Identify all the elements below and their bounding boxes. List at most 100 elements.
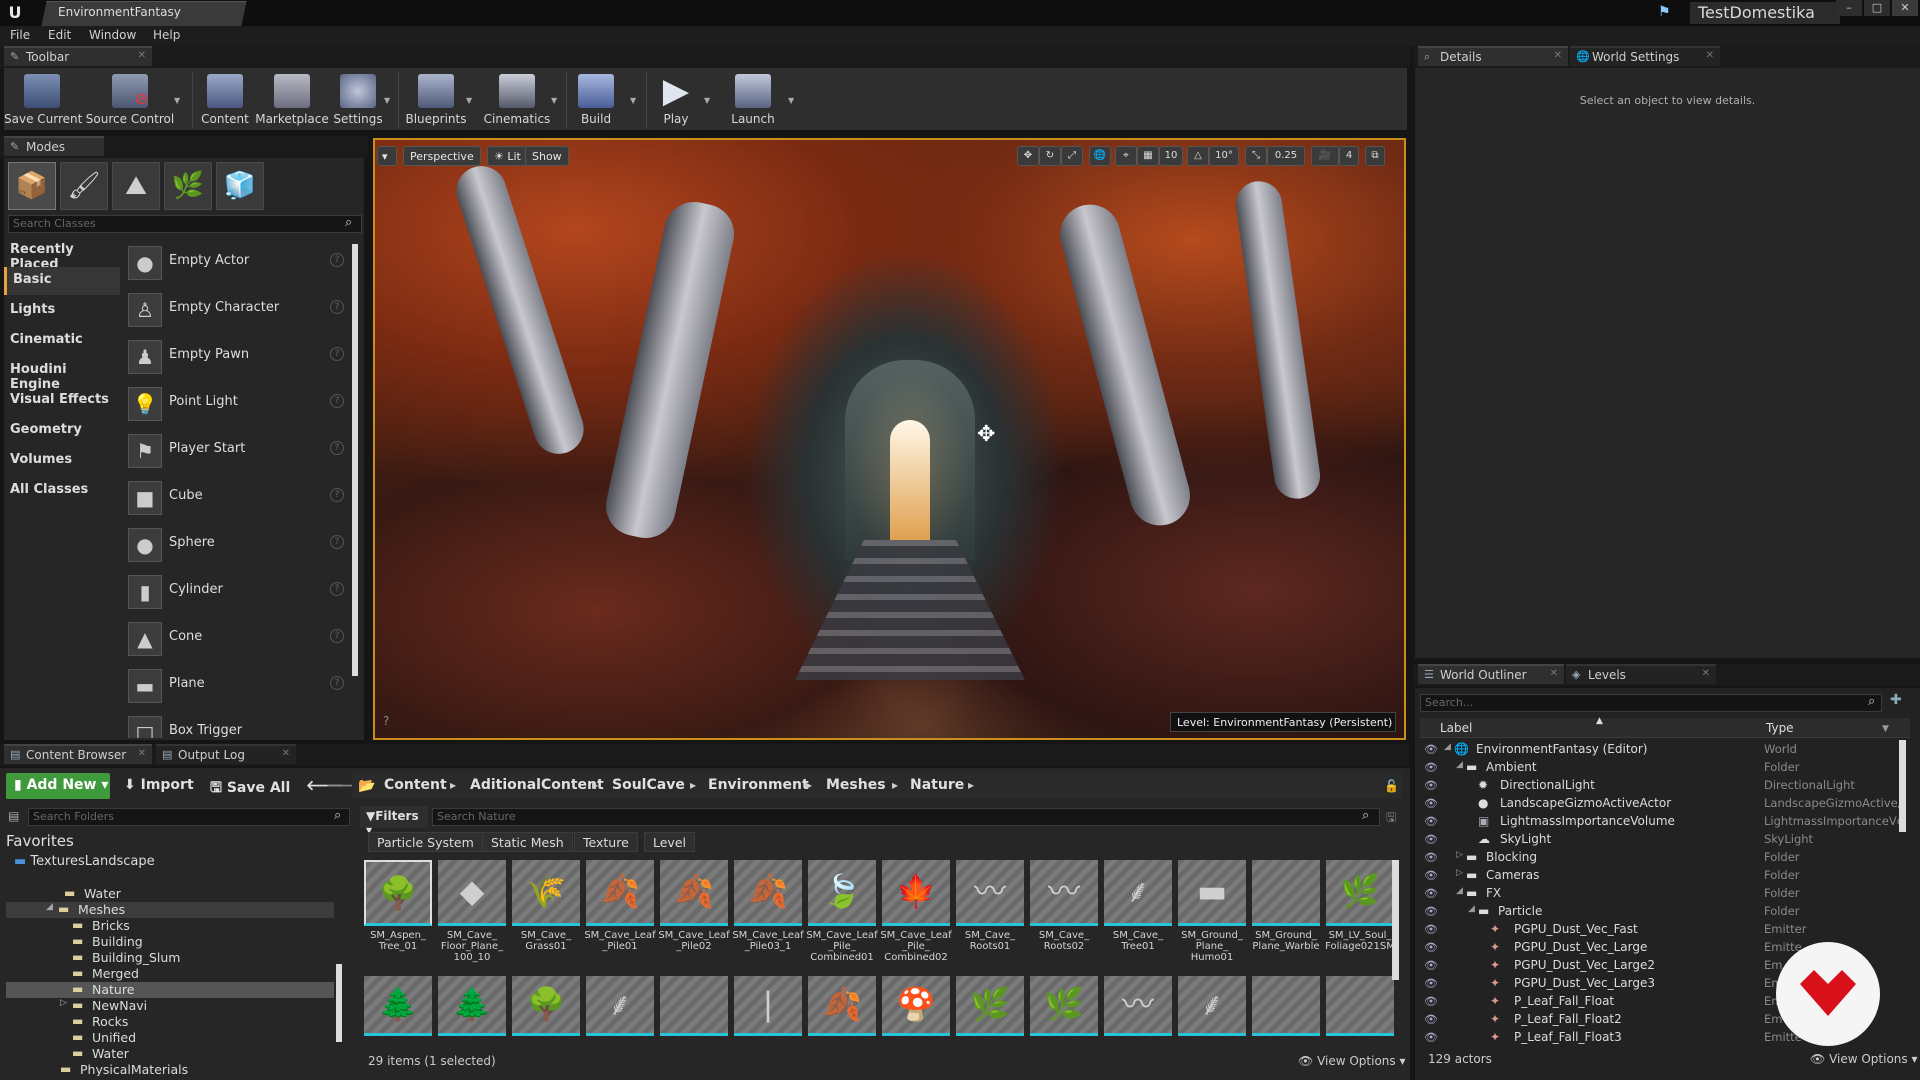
- eye-icon[interactable]: 👁: [1424, 905, 1438, 918]
- collapse-arrow-icon[interactable]: ◢: [1468, 904, 1475, 914]
- asset-tile[interactable]: ⸙: [586, 976, 654, 1042]
- close-icon[interactable]: ✕: [138, 748, 146, 759]
- eye-icon[interactable]: 👁: [1424, 815, 1438, 828]
- category-houdini-engine[interactable]: Houdini Engine: [4, 357, 120, 392]
- lock-icon[interactable]: 🔓: [1384, 779, 1399, 793]
- breadcrumb-separator-icon[interactable]: ▸: [450, 778, 456, 792]
- asset-tile[interactable]: [660, 976, 728, 1042]
- eye-icon[interactable]: 👁: [1424, 833, 1438, 846]
- search-folders-input[interactable]: Search Folders: [28, 808, 350, 826]
- asset-tile[interactable]: 🍂: [808, 976, 876, 1042]
- help-icon[interactable]: ?: [330, 253, 344, 267]
- category-basic[interactable]: Basic: [4, 267, 120, 295]
- collapse-arrow-icon[interactable]: ◢: [46, 902, 53, 912]
- viewport-options-dropdown[interactable]: ▾: [377, 146, 397, 166]
- breadcrumb-separator-icon[interactable]: ▸: [806, 778, 812, 792]
- class-item-sphere[interactable]: ● Sphere?: [124, 522, 352, 566]
- close-window-button[interactable]: ✕: [1892, 0, 1918, 16]
- camera-speed-icon[interactable]: 🎥: [1311, 146, 1339, 166]
- breadcrumb-aditionalcontent[interactable]: AditionalContent: [470, 777, 604, 793]
- breadcrumb-soulcave[interactable]: SoulCave: [612, 777, 685, 793]
- asset-tile[interactable]: 🌿: [1030, 976, 1098, 1042]
- expand-arrow-icon[interactable]: ▷: [60, 998, 67, 1008]
- outliner-row[interactable]: 👁 ▷ ▬ Cameras Folder: [1420, 867, 1900, 885]
- outliner-row[interactable]: 👁 ✦ PGPU_Dust_Vec_Fast Emitter: [1420, 921, 1900, 939]
- sources-panel-icon[interactable]: ▤: [8, 809, 19, 823]
- asset-tile[interactable]: 🌳: [512, 976, 580, 1042]
- category-geometry[interactable]: Geometry: [4, 417, 120, 445]
- build-dropdown-icon[interactable]: ▼: [630, 96, 636, 105]
- asset-tile[interactable]: 🍂 SM_Cave_Leaf _Pile01: [584, 860, 656, 970]
- close-icon[interactable]: ✕: [1706, 50, 1714, 61]
- asset-tile[interactable]: 🌿: [956, 976, 1024, 1042]
- class-item-point-light[interactable]: 💡 Point Light?: [124, 381, 352, 425]
- surface-snap-icon[interactable]: ⌖: [1115, 146, 1137, 166]
- breadcrumb-nature[interactable]: Nature: [910, 777, 964, 793]
- search-icon[interactable]: ⌕: [345, 215, 352, 230]
- play-dropdown-icon[interactable]: ▼: [704, 96, 710, 105]
- filter-texture[interactable]: Texture: [574, 832, 638, 852]
- place-mode-icon[interactable]: 📦: [8, 162, 56, 210]
- close-icon[interactable]: ✕: [282, 748, 290, 759]
- category-volumes[interactable]: Volumes: [4, 447, 120, 475]
- asset-tile[interactable]: [1326, 976, 1394, 1042]
- tab-content-browser[interactable]: ▤ Content Browser ✕: [4, 744, 152, 764]
- filter-static-mesh[interactable]: Static Mesh: [482, 832, 573, 852]
- menu-help[interactable]: Help: [153, 28, 180, 42]
- help-icon[interactable]: ?: [330, 441, 344, 455]
- expand-arrow-icon[interactable]: ▷: [1456, 868, 1463, 878]
- class-item-empty-actor[interactable]: ● Empty Actor?: [124, 240, 352, 284]
- help-icon[interactable]: ?: [330, 629, 344, 643]
- favorite-item[interactable]: ▬ TexturesLandscape: [14, 854, 155, 869]
- source-control-button[interactable]: ⊘ Source Control: [84, 70, 176, 130]
- class-item-cone[interactable]: ▲ Cone?: [124, 616, 352, 660]
- folder-item[interactable]: ▬ Merged: [6, 966, 334, 982]
- breadcrumb-separator-icon[interactable]: ▸: [892, 778, 898, 792]
- category-all-classes[interactable]: All Classes: [4, 477, 120, 505]
- help-icon[interactable]: ?: [330, 676, 344, 690]
- add-folder-icon[interactable]: ✚: [1890, 692, 1902, 708]
- eye-icon[interactable]: 👁: [1424, 779, 1438, 792]
- filters-button[interactable]: ▼Filters ▾: [360, 806, 428, 837]
- eye-icon[interactable]: 👁: [1424, 959, 1438, 972]
- source-control-dropdown-icon[interactable]: ▼: [174, 96, 180, 105]
- close-icon[interactable]: ✕: [1702, 668, 1710, 679]
- class-item-box-trigger[interactable]: □ Box Trigger: [124, 710, 352, 738]
- help-icon[interactable]: ?: [330, 394, 344, 408]
- eye-icon[interactable]: 👁: [1424, 761, 1438, 774]
- breadcrumb-environment[interactable]: Environment: [708, 777, 809, 793]
- rotate-icon[interactable]: ↻: [1039, 146, 1061, 166]
- eye-icon[interactable]: 👁: [1424, 797, 1438, 810]
- save-search-icon[interactable]: 🖫: [1386, 808, 1396, 829]
- eye-icon[interactable]: 👁: [1424, 1013, 1438, 1026]
- eye-icon[interactable]: 👁: [1424, 1031, 1438, 1044]
- class-item-empty-pawn[interactable]: ♟ Empty Pawn?: [124, 334, 352, 378]
- geometry-mode-icon[interactable]: 🧊: [216, 162, 264, 210]
- grid-snap-value[interactable]: 10: [1159, 146, 1183, 166]
- outliner-row[interactable]: 👁 ▷ ▬ Blocking Folder: [1420, 849, 1900, 867]
- filter-particle-system[interactable]: Particle System: [368, 832, 483, 852]
- blueprints-dropdown-icon[interactable]: ▼: [466, 96, 472, 105]
- eye-icon[interactable]: 👁: [1424, 887, 1438, 900]
- asset-tile[interactable]: SM_Ground_ Plane_Warble: [1252, 860, 1320, 970]
- grid-snap-icon[interactable]: ▦: [1137, 146, 1159, 166]
- folder-item[interactable]: ◢ ▬ Meshes: [6, 902, 334, 918]
- outliner-row[interactable]: 👁 ✹ DirectionalLight DirectionalLight: [1420, 777, 1900, 795]
- search-icon[interactable]: ⌕: [1868, 694, 1875, 709]
- folder-item[interactable]: ▬ Water: [6, 1046, 334, 1062]
- foliage-mode-icon[interactable]: 🌿: [164, 162, 212, 210]
- search-icon[interactable]: ⌕: [1362, 808, 1369, 823]
- outliner-row[interactable]: 👁 ● LandscapeGizmoActiveActor LandscapeGizm…: [1420, 795, 1902, 813]
- column-type[interactable]: Type: [1766, 721, 1794, 735]
- category-visual-effects[interactable]: Visual Effects: [4, 387, 120, 415]
- folder-tree-scrollbar[interactable]: [336, 964, 342, 1042]
- folder-item[interactable]: ▬ Unified: [6, 1030, 334, 1046]
- level-viewport[interactable]: ▾ Perspective ☀ Lit Show ✥ ↻ ⤢ 🌐 ⌖ ▦ 10 …: [373, 138, 1406, 740]
- world-local-icon[interactable]: 🌐: [1089, 146, 1111, 166]
- outliner-search-input[interactable]: Search...: [1420, 694, 1882, 712]
- collapse-arrow-icon[interactable]: ◢: [1456, 886, 1463, 896]
- rotation-snap-icon[interactable]: △: [1187, 146, 1209, 166]
- menu-window[interactable]: Window: [89, 28, 136, 42]
- asset-tile[interactable]: 〰 SM_Cave_ Roots01: [956, 860, 1024, 970]
- cinematics-button[interactable]: Cinematics: [480, 70, 554, 130]
